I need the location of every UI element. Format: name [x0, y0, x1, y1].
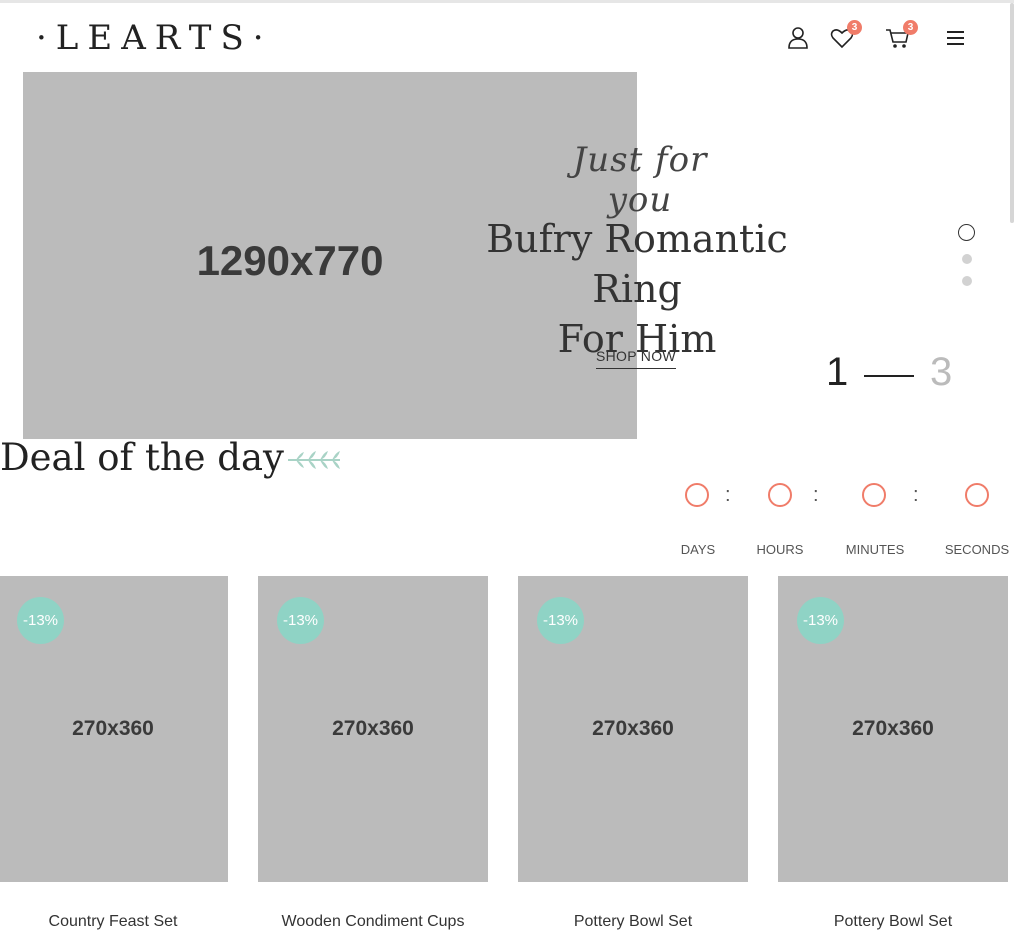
product-name[interactable]: Pottery Bowl Set [778, 913, 1008, 931]
product-image-size-label: 270x360 [332, 717, 414, 740]
user-icon [788, 27, 808, 49]
hero-script-text: Just for you [572, 140, 708, 220]
countdown-minutes-label: MINUTES [845, 542, 905, 557]
hero-title-line-1: Bufry Romantic Ring [486, 217, 788, 311]
product-card[interactable]: 270x360 -13% Country Feast Set [0, 576, 228, 930]
countdown-separator: : [813, 484, 819, 506]
countdown-days-label: DAYS [680, 542, 716, 557]
product-image-placeholder[interactable]: 270x360 -13% [518, 576, 748, 882]
cart-button[interactable]: 3 [884, 20, 918, 52]
product-image-placeholder[interactable]: 270x360 -13% [778, 576, 1008, 882]
product-image-size-label: 270x360 [852, 717, 934, 740]
wishlist-count-badge: 3 [847, 20, 862, 35]
countdown-separator: : [913, 484, 919, 506]
scrollbar[interactable] [1010, 3, 1014, 223]
product-card[interactable]: 270x360 -13% Pottery Bowl Set [518, 576, 748, 930]
hero-title: Bufry Romantic Ring For Him [437, 214, 837, 364]
menu-button[interactable] [942, 24, 970, 52]
product-image-size-label: 270x360 [72, 717, 154, 740]
product-image-size-label: 270x360 [592, 717, 674, 740]
countdown-days-value [685, 483, 709, 507]
discount-badge: -13% [797, 597, 844, 644]
leaf-icon [288, 451, 340, 469]
countdown-separator: : [725, 484, 731, 506]
slide-current: 1 [826, 350, 849, 394]
slide-counter-divider [864, 375, 914, 377]
discount-badge: -13% [277, 597, 324, 644]
product-name[interactable]: Country Feast Set [0, 913, 228, 931]
menu-icon [947, 31, 964, 45]
discount-badge: -13% [537, 597, 584, 644]
countdown-seconds-value [965, 483, 989, 507]
site-logo[interactable]: ·LEARTS· [36, 18, 273, 58]
slider-dot-3[interactable] [962, 276, 972, 286]
product-image-placeholder[interactable]: 270x360 -13% [258, 576, 488, 882]
top-border [0, 0, 1014, 3]
countdown-hours-value [768, 483, 792, 507]
slider-dots [958, 224, 978, 294]
product-card[interactable]: 270x360 -13% Wooden Condiment Cups [258, 576, 488, 930]
countdown-minutes-value [862, 483, 886, 507]
shop-now-button[interactable]: SHOP NOW [596, 348, 676, 369]
product-card[interactable]: 270x360 -13% Pottery Bowl Set [778, 576, 1008, 930]
countdown-hours-label: HOURS [756, 542, 804, 557]
wishlist-button[interactable]: 3 [828, 20, 862, 52]
slider-dot-1[interactable] [958, 224, 975, 241]
product-name[interactable]: Pottery Bowl Set [518, 913, 748, 931]
header-icons: 3 3 [784, 20, 974, 54]
countdown-seconds-label: SECONDS [944, 542, 1010, 557]
product-name[interactable]: Wooden Condiment Cups [258, 913, 488, 931]
hero-image-size-label: 1290x770 [196, 236, 384, 284]
deal-of-the-day-title: Deal of the day [0, 436, 284, 479]
cart-count-badge: 3 [903, 20, 918, 35]
slider-dot-2[interactable] [962, 254, 972, 264]
discount-badge: -13% [17, 597, 64, 644]
product-image-placeholder[interactable]: 270x360 -13% [0, 576, 228, 882]
slide-total: 3 [930, 350, 953, 394]
account-button[interactable] [784, 24, 812, 52]
